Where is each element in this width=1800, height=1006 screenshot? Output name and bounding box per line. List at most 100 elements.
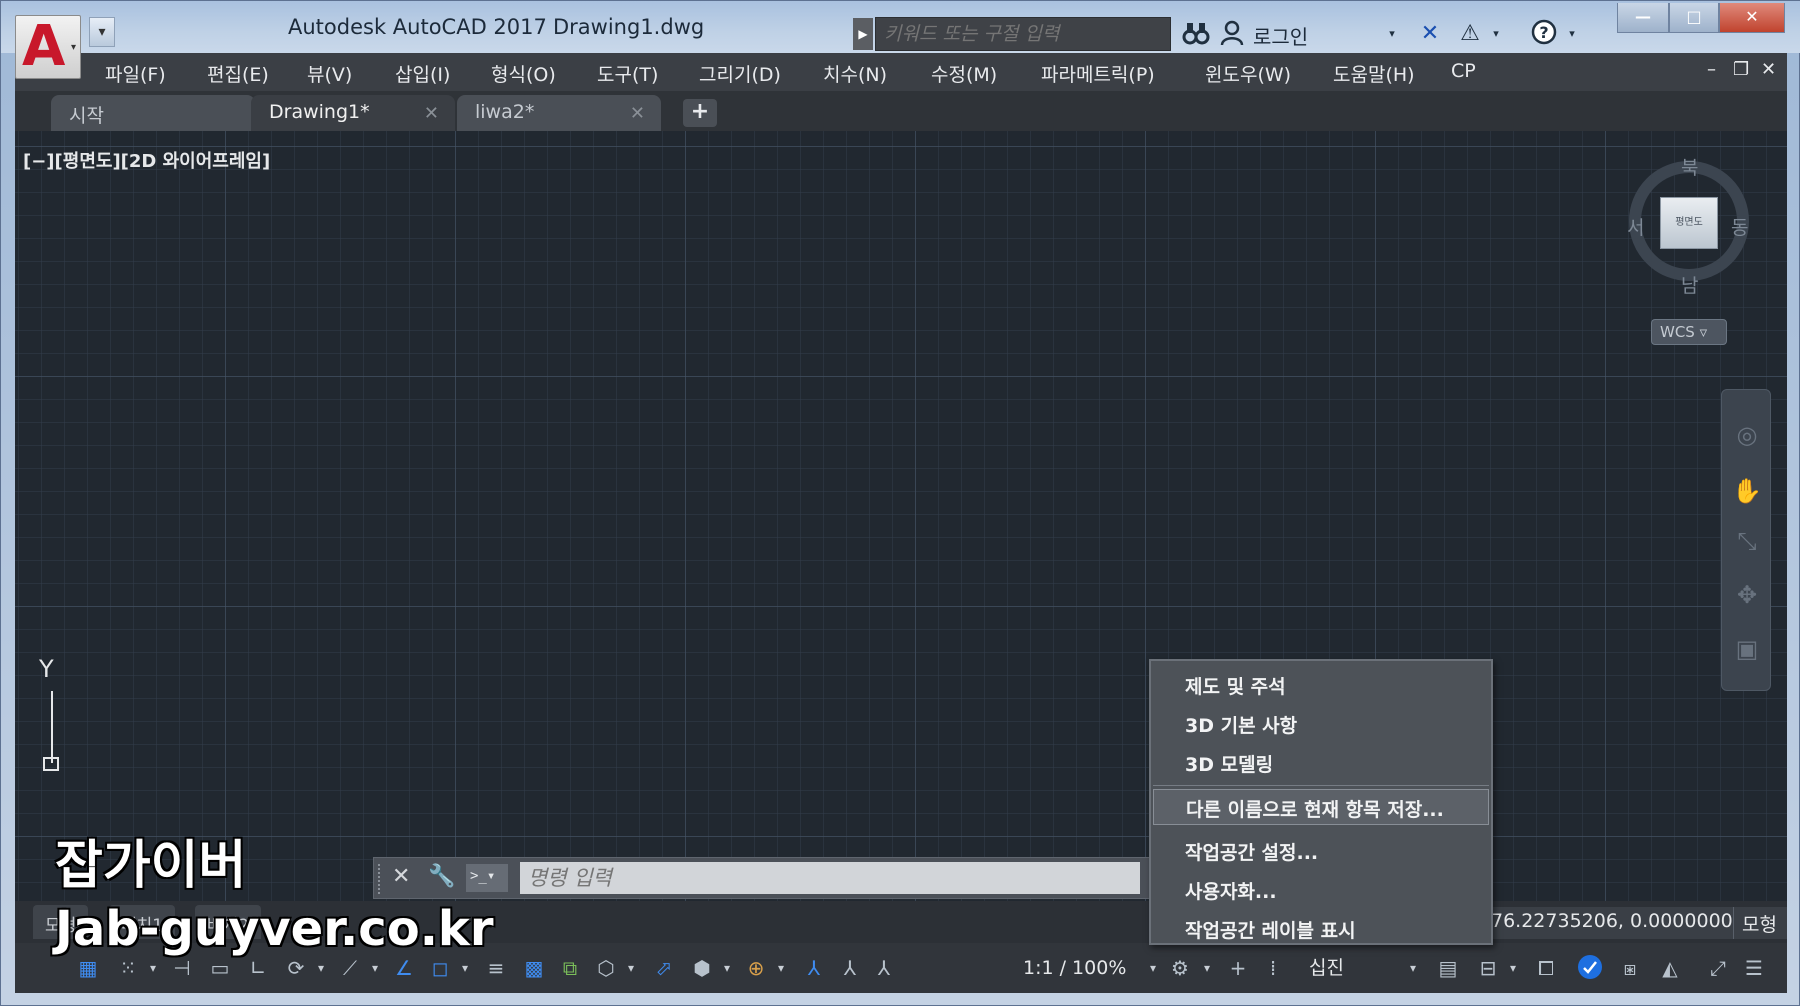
a360-icon[interactable]: ⚠ [1455,19,1485,49]
menu-modify[interactable]: 수정(M) [931,60,997,87]
infer-constraints-icon[interactable]: ⊣ [167,953,197,983]
auto-scale-icon[interactable]: ⅄ [835,953,865,983]
tab-close-icon[interactable]: ✕ [424,103,439,124]
binoculars-icon[interactable] [1181,19,1211,49]
wcs-dropdown[interactable]: WCS ▿ [1651,319,1727,345]
tab-start[interactable]: 시작 [51,95,255,131]
selection-filter-dropdown-icon[interactable]: ▾ [721,953,733,983]
menu-item-drafting-annotation[interactable]: 제도 및 주석 [1153,667,1489,703]
tab-drawing1[interactable]: Drawing1* ✕ [251,95,455,131]
hardware-acceleration-icon[interactable] [1575,953,1605,983]
orbit-icon[interactable]: ✥ [1732,580,1762,610]
menu-format[interactable]: 형식(O) [491,60,556,87]
dynamic-input-icon[interactable]: ▭ [205,953,235,983]
selection-cycling-icon[interactable]: ⧉ [555,953,585,983]
command-line-grip-handle[interactable] [378,864,384,894]
menu-file[interactable]: 파일(F) [105,60,166,87]
lineweight-icon[interactable]: ≡ [481,953,511,983]
clean-screen-icon[interactable]: ⧆ [1615,953,1645,983]
steering-wheel-icon[interactable]: ◎ [1732,420,1762,450]
user-icon[interactable] [1219,19,1245,49]
units-dropdown-icon[interactable]: ▾ [1407,953,1419,983]
polar-icon[interactable]: ⟳ [281,953,311,983]
menu-item-save-current-as[interactable]: 다른 이름으로 현재 항목 저장... [1153,789,1489,825]
menu-dimension[interactable]: 치수(N) [823,60,887,87]
menu-item-display-workspace-label[interactable]: 작업공간 레이블 표시 [1153,911,1489,947]
help-dropdown-icon[interactable]: ▾ [1565,19,1579,49]
workspace-dropdown-icon[interactable]: ▾ [1201,953,1213,983]
menu-tools[interactable]: 도구(T) [597,60,658,87]
menu-item-3d-basics[interactable]: 3D 기본 사항 [1153,706,1489,742]
polar-dropdown-icon[interactable]: ▾ [315,953,327,983]
quick-properties-icon[interactable]: ▤ [1433,953,1463,983]
menu-window[interactable]: 윈도우(W) [1205,60,1291,87]
viewcube-top-face[interactable]: 평면도 [1660,197,1718,249]
lock-ui-icon[interactable]: ⊟ [1473,953,1503,983]
tab-close-icon[interactable]: ✕ [630,103,645,124]
annotation-scale-icon[interactable]: ⅄ [869,953,899,983]
plus-icon[interactable]: + [1223,953,1253,983]
isodraft-icon[interactable]: ⟋ [335,953,365,983]
zoom-extents-icon[interactable]: ⤡ [1732,526,1762,556]
pan-hand-icon[interactable]: ✋ [1732,476,1762,506]
menu-view[interactable]: 뷰(V) [307,60,352,87]
compass-west[interactable]: 서 [1627,213,1644,240]
ortho-icon[interactable]: ∟ [243,953,273,983]
menu-item-3d-modeling[interactable]: 3D 모델링 [1153,745,1489,781]
wrench-icon[interactable]: 🔧 [428,864,455,889]
menu-edit[interactable]: 편집(E) [207,60,269,87]
x-exchange-icon[interactable]: ✕ [1415,19,1445,49]
fullscreen-icon[interactable]: ⤢ [1703,953,1733,983]
showmotion-icon[interactable]: ▣ [1732,634,1762,664]
graphics-performance-icon[interactable]: ◭ [1655,953,1685,983]
close-button[interactable]: ✕ [1719,3,1785,33]
menu-parametric[interactable]: 파라메트릭(P) [1041,60,1155,87]
compass-south[interactable]: 남 [1681,271,1698,298]
close-icon[interactable]: ✕ [392,864,410,889]
search-input[interactable] [875,17,1171,51]
application-menu-button[interactable]: A ▾ [15,14,81,79]
tab-liwa2[interactable]: liwa2* ✕ [457,95,661,131]
snap-dropdown-icon[interactable]: ▾ [147,953,159,983]
minimize-button[interactable]: — [1617,3,1669,33]
new-tab-button[interactable]: + [683,99,717,127]
isolate-objects-icon[interactable]: ⧠ [1531,953,1561,983]
annotation-visibility-icon[interactable]: ⅄ [799,953,829,983]
3d-osnap-dropdown-icon[interactable]: ▾ [625,953,637,983]
gizmo-dropdown-icon[interactable]: ▾ [775,953,787,983]
command-input[interactable] [520,862,1140,894]
annotation-scale-readout[interactable]: 1:1 / 100% [1023,953,1126,983]
compass-east[interactable]: 동 [1731,213,1748,240]
help-icon[interactable]: ? [1529,19,1559,49]
a360-dropdown-icon[interactable]: ▾ [1489,19,1503,49]
model-space-button[interactable]: 모형 [1733,907,1787,939]
snap-icon[interactable]: ⁙ [113,953,143,983]
transparency-icon[interactable]: ▩ [519,953,549,983]
hamburger-icon[interactable]: ☰ [1739,953,1769,983]
login-dropdown-icon[interactable]: ▾ [1385,19,1399,49]
maximize-button[interactable]: □ [1669,3,1719,33]
doc-close-icon[interactable]: ✕ [1761,59,1776,80]
isodraft-dropdown-icon[interactable]: ▾ [369,953,381,983]
grid-icon[interactable]: ▦ [73,953,103,983]
ruler-icon[interactable]: ⁞ [1263,953,1283,983]
search-expand-arrow-icon[interactable]: ▶ [853,18,873,50]
scale-dropdown-icon[interactable]: ▾ [1147,953,1159,983]
compass-north[interactable]: 북 [1681,153,1698,180]
quick-access-dropdown-button[interactable]: ▾ [89,17,115,47]
dynamic-ucs-icon[interactable]: ⬀ [649,953,679,983]
menu-draw[interactable]: 그리기(D) [699,60,781,87]
menu-item-workspace-settings[interactable]: 작업공간 설정... [1153,833,1489,869]
doc-minimize-icon[interactable]: – [1707,59,1716,80]
osnap-icon[interactable]: ◻ [425,953,455,983]
gear-icon[interactable]: ⚙ [1165,953,1195,983]
units-readout[interactable]: 십진 [1309,953,1344,983]
menu-insert[interactable]: 삽입(I) [395,60,450,87]
coordinates-readout[interactable]: 76.22735206, 0.00000000 [1489,907,1733,939]
viewport-controls-label[interactable]: [−][평면도][2D 와이어프레임] [23,147,270,173]
doc-restore-icon[interactable]: ❐ [1733,59,1749,80]
gizmo-icon[interactable]: ⊕ [741,953,771,983]
drawing-canvas[interactable]: [−][평면도][2D 와이어프레임] 평면도 북 남 동 서 WCS ▿ ◎ … [15,131,1787,901]
login-label[interactable]: 로그인 [1253,21,1308,50]
lock-ui-dropdown-icon[interactable]: ▾ [1507,953,1519,983]
